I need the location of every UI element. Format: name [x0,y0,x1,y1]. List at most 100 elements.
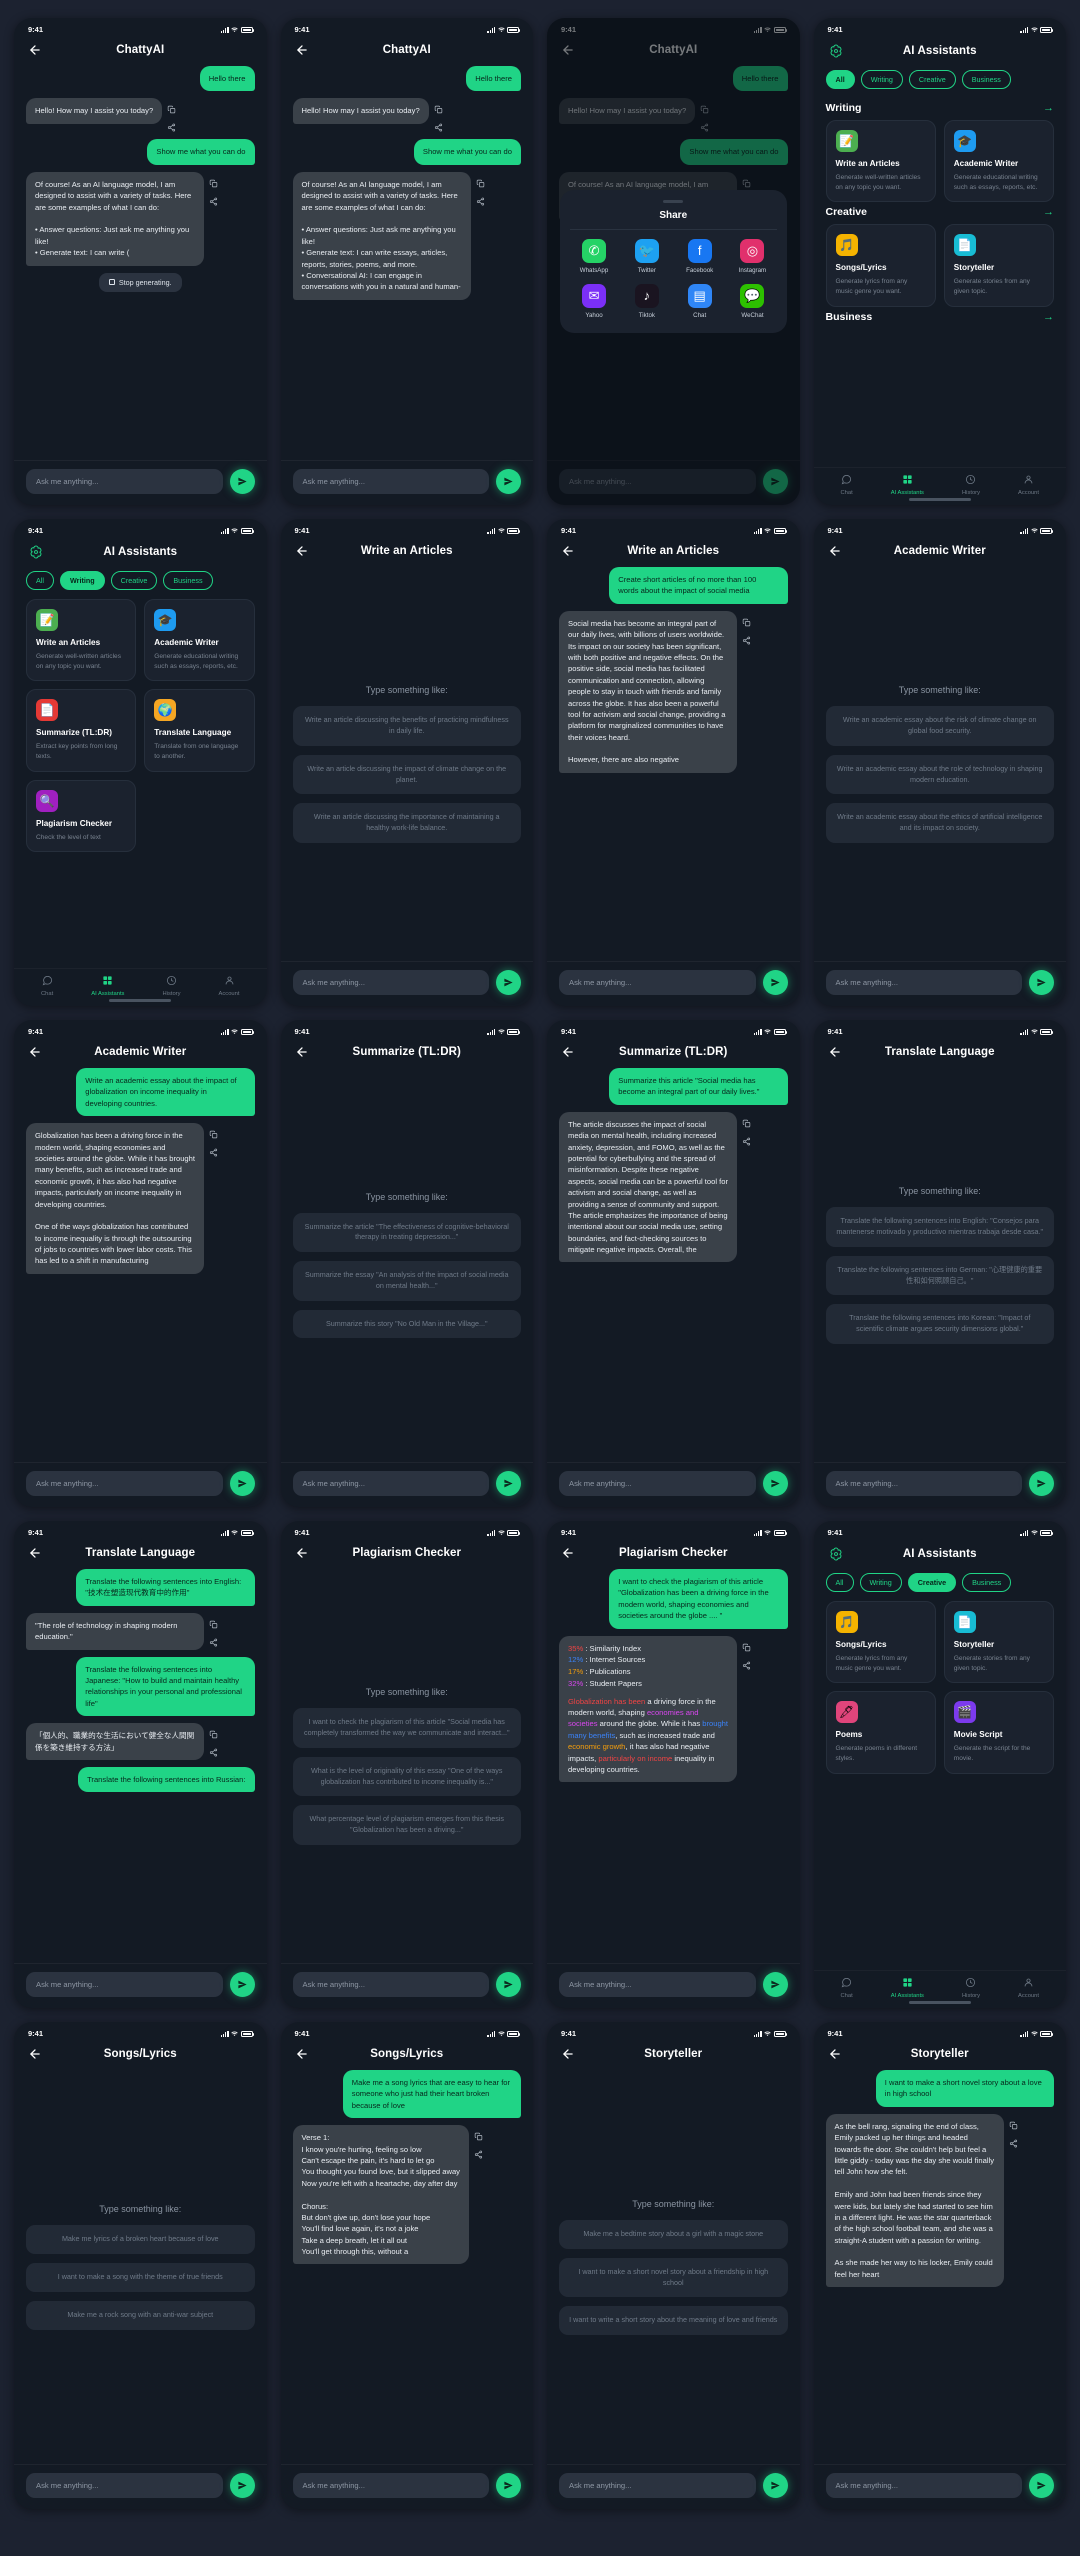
message-input[interactable]: Ask me anything... [825,2473,1022,2498]
assistant-card[interactable]: 🔍 Plagiarism Checker Check the level of … [26,779,137,853]
share-app-facebook[interactable]: f Facebook [675,238,724,274]
tab-account[interactable]: Account [1018,1977,1039,1999]
message-input[interactable]: Ask me anything... [292,1972,489,1997]
copy-icon[interactable] [1009,2121,1018,2130]
share-icon[interactable] [474,2150,483,2159]
back-button[interactable] [28,1546,42,1560]
share-app-tiktok[interactable]: ♪ Tiktok [622,283,671,319]
back-button[interactable] [28,1045,42,1059]
message-input[interactable]: Ask me anything... [292,970,489,995]
assistant-card[interactable]: 🎓 Academic Writer Generate educational w… [144,599,255,682]
chip-all[interactable]: All [825,70,855,89]
tab-chat[interactable]: Chat [841,474,853,496]
assistant-card[interactable]: 📝 Write an Articles Generate well-writte… [825,120,936,203]
send-button[interactable] [229,2473,255,2498]
chip-all[interactable]: All [26,571,54,590]
chip-writing[interactable]: Writing [60,571,105,590]
tab-ai-assistants[interactable]: AI Assistants [891,474,924,496]
share-icon[interactable] [209,1148,218,1157]
send-button[interactable] [496,1471,521,1496]
suggestion-item[interactable]: Make me lyrics of a broken heart because… [26,2225,255,2255]
chat-list[interactable]: Hello there Hello! How may I assist you … [14,66,267,460]
share-app-wechat[interactable]: 💬 WeChat [728,283,777,319]
suggestion-item[interactable]: I want to check the plagiarism of this a… [292,1708,521,1748]
suggestion-item[interactable]: Write an article discussing the benefits… [292,706,521,746]
copy-icon[interactable] [476,179,485,188]
suggestion-item[interactable]: Summarize the essay "An analysis of the … [292,1261,521,1301]
back-button[interactable] [561,1045,575,1059]
stop-generating-button[interactable]: Stop generating. [98,272,182,292]
send-button[interactable] [229,1471,255,1496]
share-icon[interactable] [209,197,218,206]
suggestion-item[interactable]: Translate the following sentences into G… [825,1255,1054,1296]
send-button[interactable] [1029,2473,1054,2498]
copy-icon[interactable] [167,105,176,114]
send-button[interactable] [762,1972,788,1997]
suggestion-item[interactable]: Write an academic essay about the risk o… [825,706,1054,746]
copy-icon[interactable] [209,179,218,188]
chat-list[interactable]: Translate the following sentences into E… [14,1569,267,1963]
suggestion-item[interactable]: Write an academic essay about the role o… [825,754,1054,795]
tab-history[interactable]: History [962,474,980,496]
send-button[interactable] [1029,1471,1054,1496]
tab-chat[interactable]: Chat [41,975,53,997]
chat-list[interactable]: Hello there Hello! How may I assist you … [281,66,534,460]
suggestion-item[interactable]: Write an article discussing the importan… [292,803,521,843]
share-icon[interactable] [742,636,751,645]
message-input[interactable]: Ask me anything... [292,469,489,494]
message-input[interactable]: Ask me anything... [825,1471,1022,1496]
assistant-card[interactable]: 📄 Storyteller Generate stories from any … [943,1601,1054,1684]
share-icon[interactable] [434,123,443,132]
message-input[interactable]: Ask me anything... [26,1471,223,1496]
message-input[interactable]: Ask me anything... [292,2473,489,2498]
chat-list[interactable]: Write an academic essay about the impact… [14,1068,267,1462]
tab-account[interactable]: Account [219,975,239,997]
chip-writing[interactable]: Writing [860,70,903,89]
suggestion-item[interactable]: I want to make a short novel story about… [559,2257,788,2298]
back-button[interactable] [295,43,309,57]
chat-list[interactable]: Create short articles of no more than 10… [547,567,800,961]
back-button[interactable] [828,544,842,558]
back-button[interactable] [295,2047,309,2061]
back-button[interactable] [828,2047,842,2061]
back-button[interactable] [295,1045,309,1059]
send-button[interactable] [229,1972,255,1997]
tab-chat[interactable]: Chat [841,1977,853,1999]
copy-icon[interactable] [742,1643,751,1652]
suggestion-item[interactable]: Summarize the article "The effectiveness… [292,1212,521,1253]
share-app-twitter[interactable]: 🐦 Twitter [622,238,671,274]
chat-list[interactable]: Make me a song lyrics that are easy to h… [281,2070,534,2464]
assistant-card[interactable]: 🎬 Movie Script Generate the script for t… [943,1691,1054,1774]
sheet-grabber[interactable] [663,200,684,203]
assistant-card[interactable]: 📄 Storyteller Generate stories from any … [943,224,1054,307]
suggestion-item[interactable]: What percentage level of plagiarism emer… [292,1805,521,1845]
chat-list[interactable]: Summarize this article "Social media has… [547,1068,800,1462]
section-arrow-icon[interactable]: → [1043,311,1054,323]
send-button[interactable] [496,469,521,494]
share-icon[interactable] [209,1638,218,1647]
message-input[interactable]: Ask me anything... [559,2473,756,2498]
share-icon[interactable] [209,1748,218,1757]
suggestion-item[interactable]: Translate the following sentences into K… [825,1304,1054,1344]
suggestion-item[interactable]: I want to make a song with the theme of … [26,2263,255,2292]
message-input[interactable]: Ask me anything... [825,970,1022,995]
message-input[interactable]: Ask me anything... [559,1471,756,1496]
tab-account[interactable]: Account [1018,474,1039,496]
send-button[interactable] [762,1471,788,1496]
back-button[interactable] [295,1546,309,1560]
chip-all[interactable]: All [825,1573,854,1592]
send-button[interactable] [496,2473,521,2498]
tab-history[interactable]: History [162,975,181,997]
assistant-card[interactable]: 📝 Write an Articles Generate well-writte… [26,599,137,682]
assistant-card[interactable]: 📄 Summarize (TL:DR) Extract key points f… [26,689,137,772]
send-button[interactable] [762,2473,788,2498]
suggestion-item[interactable]: Make me a rock song with an anti-war sub… [26,2300,255,2330]
copy-icon[interactable] [209,1620,218,1629]
suggestion-item[interactable]: Summarize this story "No Old Man in the … [292,1309,521,1339]
suggestion-item[interactable]: Translate the following sentences into E… [825,1207,1054,1247]
back-button[interactable] [828,1045,842,1059]
copy-icon[interactable] [742,618,751,627]
send-button[interactable] [762,970,788,995]
chat-list[interactable]: I want to check the plagiarism of this a… [547,1569,800,1963]
send-button[interactable] [1029,970,1054,995]
